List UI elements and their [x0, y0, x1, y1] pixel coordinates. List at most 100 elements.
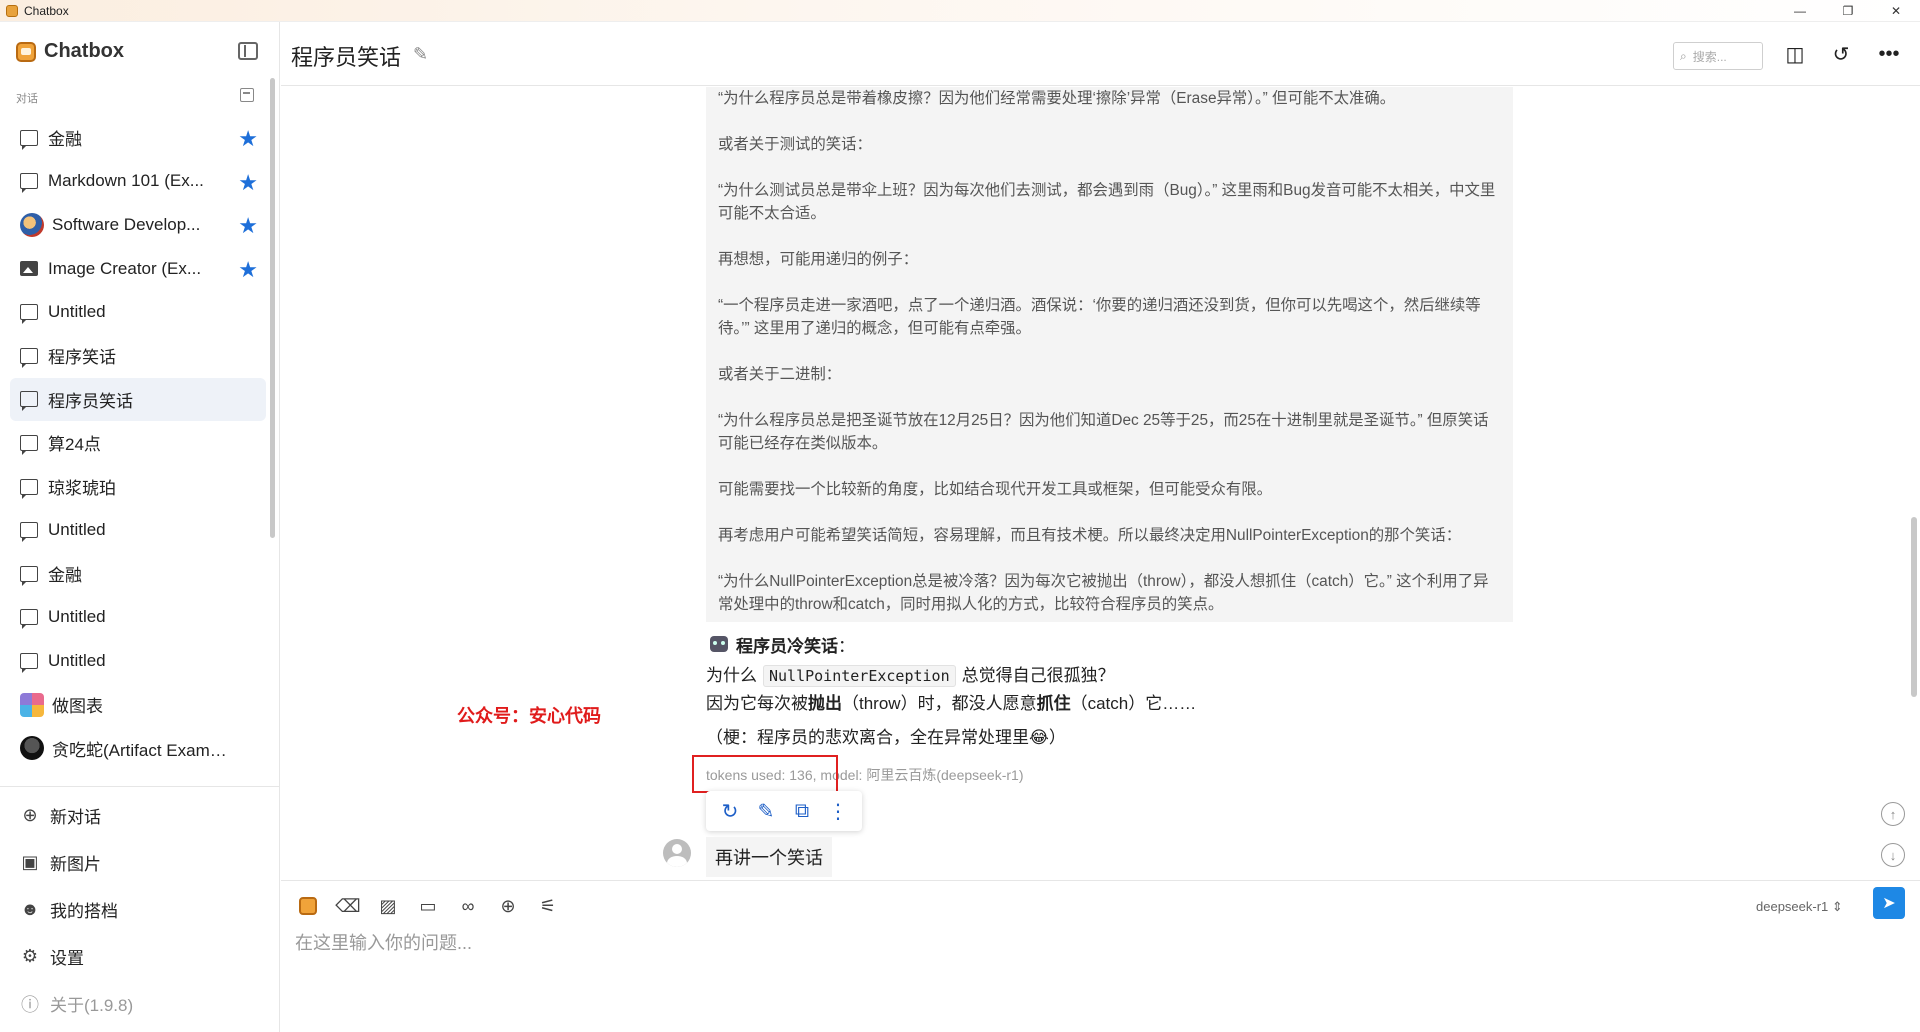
model-selector[interactable]: deepseek-r1 ⇕ [1756, 899, 1843, 915]
chat-bubble-icon [20, 522, 38, 543]
conversation-item[interactable]: 程序笑话 [10, 334, 266, 378]
my-copilots-label: 我的搭档 [50, 902, 118, 921]
settings-button[interactable]: ⚙ 设置 [20, 933, 260, 980]
split-view-icon[interactable]: ◫ [1781, 40, 1809, 68]
sidebar-scrollbar[interactable] [270, 78, 275, 538]
snake-avatar [20, 736, 44, 761]
chat-bubble-icon [20, 609, 38, 630]
scroll-up-icon[interactable]: ↑ [1881, 802, 1905, 826]
chat-bubble-icon [20, 434, 38, 455]
reasoning-paragraph: “一个程序员走进一家酒吧，点了一个递归酒。酒保说：‘你要的递归酒还没到货，但你可… [718, 297, 1481, 337]
new-chat-button[interactable]: ⊕ 新对话 [20, 792, 260, 839]
conversation-item[interactable]: Untitled [10, 596, 266, 640]
chat-header: 程序员笑话 ✎ ⌕ 搜索... ◫ ↺ ••• [281, 22, 1920, 86]
conversation-label: 金融 [48, 130, 82, 150]
eraser-icon[interactable]: ⌫ [333, 891, 363, 921]
copy-icon[interactable]: ⧉ [788, 800, 816, 823]
conversation-label: Untitled [48, 607, 106, 627]
model-info: model: 阿里云百炼(deepseek-r1) [816, 767, 1024, 783]
window-titlebar: Chatbox — ❐ ✕ [0, 0, 1920, 22]
star-icon[interactable]: ★ [238, 126, 258, 152]
scroll-down-icon[interactable]: ↓ [1881, 843, 1905, 867]
chat-bubble-icon [20, 304, 38, 325]
star-icon[interactable]: ★ [238, 213, 258, 239]
user-avatar [663, 839, 691, 867]
history-icon[interactable]: ↺ [1827, 40, 1855, 68]
chat-bubble-icon [20, 347, 38, 368]
image-upload-icon[interactable]: ▨ [373, 891, 403, 921]
star-icon[interactable]: ★ [238, 257, 258, 283]
reasoning-paragraph: “为什么程序员总是带着橡皮擦？因为他们经常需要处理‘擦除’异常（Erase异常）… [718, 90, 1396, 107]
robot-icon [710, 636, 728, 652]
edit-icon[interactable]: ✎ [752, 799, 780, 824]
search-icon: ⌕ [1680, 48, 1687, 63]
conversation-label: 程序笑话 [48, 348, 116, 368]
robot-icon: ☻ [20, 899, 40, 919]
my-copilots-button[interactable]: ☻ 我的搭档 [20, 886, 260, 933]
brand: Chatbox [16, 40, 124, 63]
close-button[interactable]: ✕ [1872, 0, 1920, 22]
conversation-label: Software Develop... [52, 214, 201, 234]
maximize-button[interactable]: ❐ [1824, 0, 1872, 22]
conversation-item[interactable]: Untitled [10, 508, 266, 552]
plus-circle-icon: ⊕ [22, 805, 38, 825]
conversation-item[interactable]: Untitled [10, 639, 266, 683]
reasoning-paragraph: 可能需要找一个比较新的角度，比如结合现代开发工具或框架，但可能受众有限。 [718, 481, 1273, 498]
conversation-item[interactable]: 算24点 [10, 421, 266, 465]
search-input[interactable]: ⌕ 搜索... [1673, 42, 1763, 70]
star-icon[interactable]: ★ [238, 170, 258, 196]
conversation-label: 琼浆琥珀 [48, 479, 116, 499]
image-icon [20, 261, 38, 277]
conversation-item[interactable]: Untitled [10, 290, 266, 334]
about-label: 关于(1.9.8) [50, 996, 134, 1015]
minimize-button[interactable]: — [1776, 0, 1824, 22]
about-button[interactable]: ⓘ 关于(1.9.8) [20, 980, 260, 1027]
conversation-item[interactable]: 金融 ★ [10, 116, 266, 160]
new-image-button[interactable]: ▣ 新图片 [20, 839, 260, 886]
folder-icon[interactable]: ▭ [413, 891, 443, 921]
user-message: 再讲一个笑话 [706, 837, 832, 877]
conversation-item[interactable]: Markdown 101 (Ex... ★ [10, 160, 266, 204]
archive-icon[interactable] [240, 88, 254, 102]
window-title: Chatbox [24, 3, 69, 18]
reply-heading: 程序员冷笑话 ： [706, 632, 1513, 656]
reasoning-paragraph: “为什么测试员总是带伞上班？因为每次他们去测试，都会遇到雨（Bug）。” 这里雨… [718, 182, 1496, 222]
conversation-item[interactable]: 做图表 [10, 683, 266, 727]
chatbox-logo-icon [16, 41, 36, 62]
conversation-label: 算24点 [48, 435, 101, 455]
conversation-item[interactable]: Software Develop... ★ [10, 203, 266, 247]
annotation-highlight-box [692, 755, 838, 793]
chat-scrollbar[interactable] [1911, 517, 1917, 697]
reply-line: 为什么 NullPointerException 总觉得自己很孤独？ [706, 662, 1513, 690]
sidebar: Chatbox 对话 金融 ★ Markdown 101 (Ex... ★ So… [0, 22, 280, 1032]
chat-bubble-icon [20, 565, 38, 586]
more-icon[interactable]: ••• [1875, 40, 1903, 68]
conversation-label: 金融 [48, 566, 82, 586]
sidebar-divider [0, 786, 279, 787]
message-toolbar: ↻ ✎ ⧉ ⋮ [706, 791, 862, 831]
message-input[interactable] [295, 929, 1855, 1019]
globe-icon[interactable]: ⊕ [493, 891, 523, 921]
link-icon[interactable]: ∞ [453, 891, 483, 921]
conversation-item[interactable]: Image Creator (Ex... ★ [10, 247, 266, 291]
regenerate-icon[interactable]: ↻ [716, 799, 744, 824]
reply-bold: 抛出 [808, 694, 842, 713]
conversation-item-active[interactable]: 程序员笑话 [10, 377, 266, 422]
settings-sliders-icon[interactable]: ⚟ [533, 891, 563, 921]
edit-title-icon[interactable]: ✎ [413, 44, 428, 65]
reasoning-paragraph: “为什么NullPointerException总是被冷落？因为每次它被抛出（t… [718, 573, 1489, 613]
conversation-item[interactable]: 琼浆琥珀 [10, 465, 266, 509]
new-image-label: 新图片 [50, 855, 101, 874]
gear-icon: ⚙ [21, 946, 39, 966]
conversation-item[interactable]: 金融 [10, 552, 266, 596]
conversation-item[interactable]: 贪吃蛇(Artifact Example) [10, 726, 266, 770]
collapse-sidebar-icon[interactable] [238, 42, 258, 60]
reply-text: 为什么 [706, 666, 757, 685]
reasoning-paragraph: “为什么程序员总是把圣诞节放在12月25日？因为他们知道Dec 25等于25，而… [718, 412, 1489, 452]
copilot-select-icon[interactable] [299, 897, 317, 915]
reply-text: （catch）它…… [1070, 694, 1197, 713]
send-button[interactable]: ➤ [1873, 887, 1905, 919]
reply-text: 总觉得自己很孤独？ [961, 666, 1115, 685]
more-vertical-icon[interactable]: ⋮ [824, 799, 852, 824]
chat-area: “为什么程序员总是带着橡皮擦？因为他们经常需要处理‘擦除’异常（Erase异常）… [281, 87, 1920, 880]
